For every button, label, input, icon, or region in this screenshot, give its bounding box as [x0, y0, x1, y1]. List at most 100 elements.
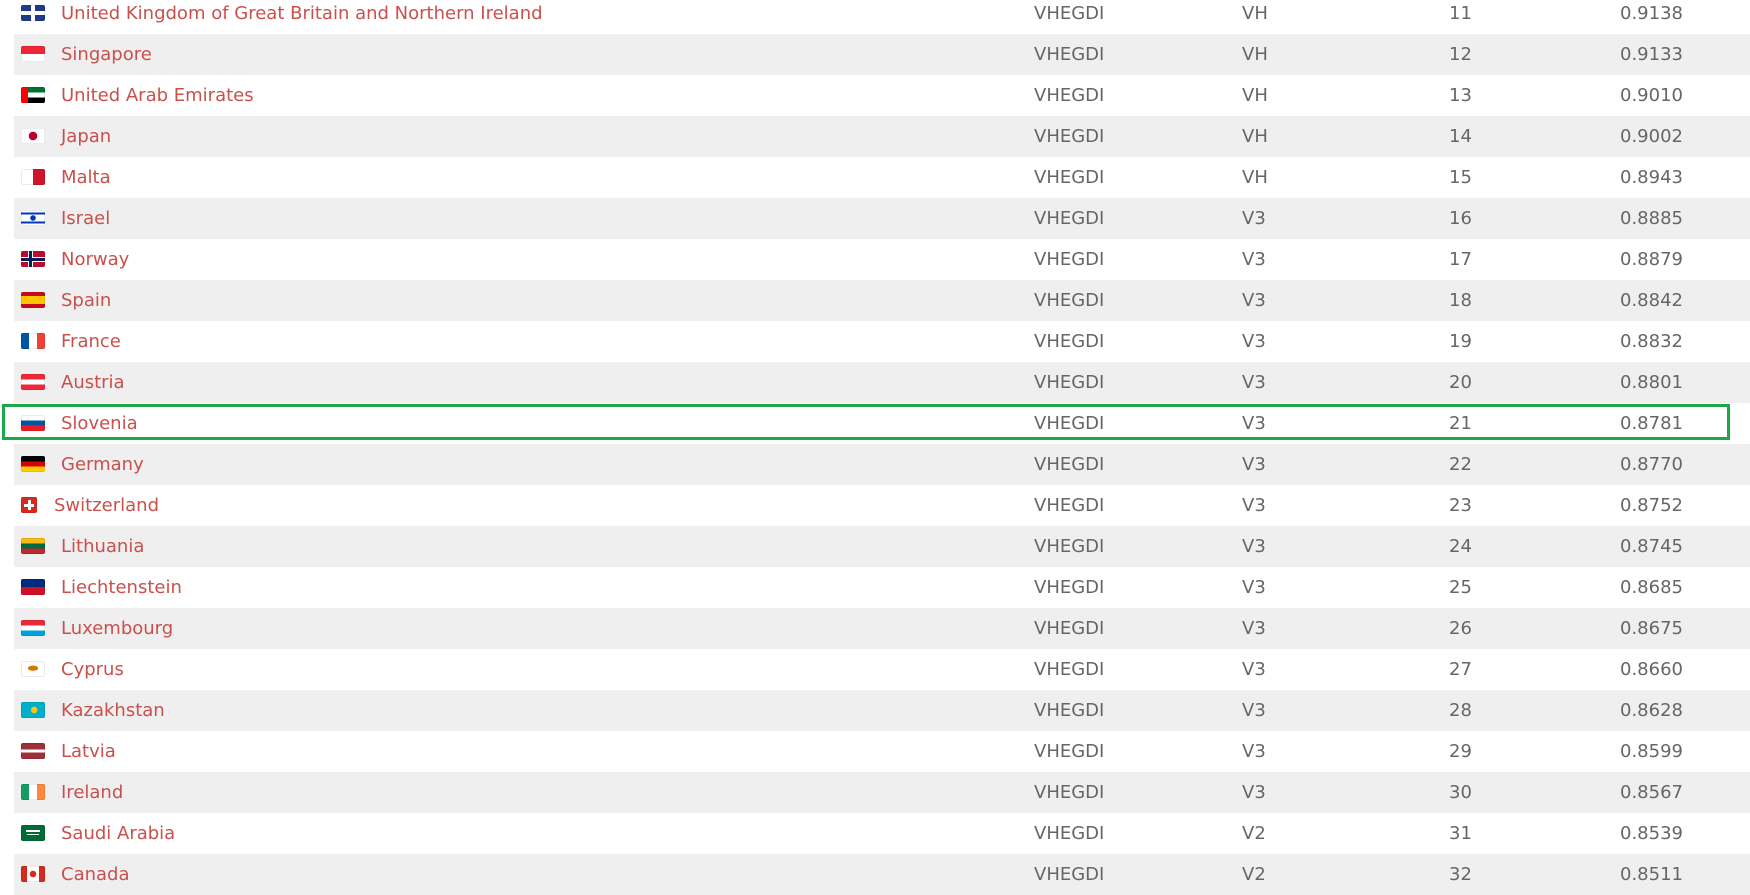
hdi-value-cell: 0.8511 [1620, 864, 1683, 885]
rank-cell: 12 [1449, 44, 1472, 65]
country-link[interactable]: Cyprus [61, 659, 124, 680]
country-link[interactable]: Malta [61, 167, 111, 188]
hdi-value-cell: 0.8539 [1620, 823, 1683, 844]
hdi-value-cell: 0.8781 [1620, 413, 1683, 434]
rank-cell: 17 [1449, 249, 1472, 270]
table-row: Norway VHEGDI V3 17 0.8879 [14, 239, 1750, 280]
table-row: Germany VHEGDI V3 22 0.8770 [14, 444, 1750, 485]
rank-cell: 24 [1449, 536, 1472, 557]
country-link[interactable]: Spain [61, 290, 111, 311]
country-link[interactable]: Saudi Arabia [61, 823, 175, 844]
rank-cell: 27 [1449, 659, 1472, 680]
spain-flag-icon [21, 292, 45, 308]
table-row: Lithuania VHEGDI V3 24 0.8745 [14, 526, 1750, 567]
category-cell: V2 [1242, 864, 1266, 885]
hdi-value-cell: 0.9133 [1620, 44, 1683, 65]
category-cell: VH [1242, 3, 1268, 24]
table-row: Cyprus VHEGDI V3 27 0.8660 [14, 649, 1750, 690]
table-row: Malta VHEGDI VH 15 0.8943 [14, 157, 1750, 198]
singapore-flag-icon [21, 46, 45, 62]
luxembourg-flag-icon [21, 620, 45, 636]
category-cell: VH [1242, 85, 1268, 106]
country-link[interactable]: Switzerland [54, 495, 159, 516]
rank-cell: 21 [1449, 413, 1472, 434]
country-link[interactable]: Luxembourg [61, 618, 173, 639]
hdi-value-cell: 0.9138 [1620, 3, 1683, 24]
rank-cell: 26 [1449, 618, 1472, 639]
saudi-arabia-flag-icon [21, 825, 45, 841]
country-link[interactable]: Israel [61, 208, 110, 229]
country-link[interactable]: United Kingdom of Great Britain and Nort… [61, 3, 543, 24]
switzerland-flag-icon [21, 497, 37, 513]
country-link[interactable]: Kazakhstan [61, 700, 165, 721]
group-cell: VHEGDI [1034, 577, 1105, 598]
country-link[interactable]: Singapore [61, 44, 152, 65]
table-row: France VHEGDI V3 19 0.8832 [14, 321, 1750, 362]
country-link[interactable]: Austria [61, 372, 125, 393]
table-row: Luxembourg VHEGDI V3 26 0.8675 [14, 608, 1750, 649]
lithuania-flag-icon [21, 538, 45, 554]
country-link[interactable]: Germany [61, 454, 144, 475]
table-row: Ireland VHEGDI V3 30 0.8567 [14, 772, 1750, 813]
category-cell: V3 [1242, 577, 1266, 598]
germany-flag-icon [21, 456, 45, 472]
category-cell: V3 [1242, 782, 1266, 803]
rank-cell: 28 [1449, 700, 1472, 721]
group-cell: VHEGDI [1034, 167, 1105, 188]
country-link[interactable]: Liechtenstein [61, 577, 182, 598]
country-link[interactable]: United Arab Emirates [61, 85, 254, 106]
hdi-value-cell: 0.8752 [1620, 495, 1683, 516]
canada-flag-icon [21, 866, 45, 882]
table-row: Slovenia VHEGDI V3 21 0.8781 [14, 403, 1750, 444]
group-cell: VHEGDI [1034, 864, 1105, 885]
hdi-value-cell: 0.8660 [1620, 659, 1683, 680]
table-row: Saudi Arabia VHEGDI V2 31 0.8539 [14, 813, 1750, 854]
hdi-ranking-table: United Kingdom of Great Britain and Nort… [14, 0, 1750, 895]
category-cell: V3 [1242, 495, 1266, 516]
category-cell: V3 [1242, 249, 1266, 270]
group-cell: VHEGDI [1034, 659, 1105, 680]
category-cell: V3 [1242, 741, 1266, 762]
country-link[interactable]: Latvia [61, 741, 116, 762]
category-cell: V3 [1242, 331, 1266, 352]
rank-cell: 23 [1449, 495, 1472, 516]
group-cell: VHEGDI [1034, 3, 1105, 24]
rank-cell: 29 [1449, 741, 1472, 762]
group-cell: VHEGDI [1034, 331, 1105, 352]
table-row: Israel VHEGDI V3 16 0.8885 [14, 198, 1750, 239]
table-row: Singapore VHEGDI VH 12 0.9133 [14, 34, 1750, 75]
table-row: United Arab Emirates VHEGDI VH 13 0.9010 [14, 75, 1750, 116]
cyprus-flag-icon [21, 661, 45, 677]
country-link[interactable]: Norway [61, 249, 129, 270]
rank-cell: 14 [1449, 126, 1472, 147]
rank-cell: 32 [1449, 864, 1472, 885]
liechtenstein-flag-icon [21, 579, 45, 595]
group-cell: VHEGDI [1034, 741, 1105, 762]
table-row: Japan VHEGDI VH 14 0.9002 [14, 116, 1750, 157]
category-cell: V3 [1242, 659, 1266, 680]
country-link[interactable]: Japan [61, 126, 111, 147]
table-row: Switzerland VHEGDI V3 23 0.8752 [14, 485, 1750, 526]
hdi-value-cell: 0.8885 [1620, 208, 1683, 229]
austria-flag-icon [21, 374, 45, 390]
hdi-value-cell: 0.8801 [1620, 372, 1683, 393]
hdi-value-cell: 0.8770 [1620, 454, 1683, 475]
hdi-value-cell: 0.9002 [1620, 126, 1683, 147]
rank-cell: 18 [1449, 290, 1472, 311]
kazakhstan-flag-icon [21, 702, 45, 718]
group-cell: VHEGDI [1034, 495, 1105, 516]
hdi-value-cell: 0.8879 [1620, 249, 1683, 270]
rank-cell: 15 [1449, 167, 1472, 188]
country-link[interactable]: Lithuania [61, 536, 144, 557]
country-link[interactable]: Slovenia [61, 413, 138, 434]
country-link[interactable]: Ireland [61, 782, 123, 803]
table-row: Kazakhstan VHEGDI V3 28 0.8628 [14, 690, 1750, 731]
country-link[interactable]: France [61, 331, 121, 352]
category-cell: V3 [1242, 290, 1266, 311]
rank-cell: 20 [1449, 372, 1472, 393]
japan-flag-icon [21, 128, 45, 144]
group-cell: VHEGDI [1034, 290, 1105, 311]
category-cell: VH [1242, 167, 1268, 188]
country-link[interactable]: Canada [61, 864, 130, 885]
group-cell: VHEGDI [1034, 454, 1105, 475]
